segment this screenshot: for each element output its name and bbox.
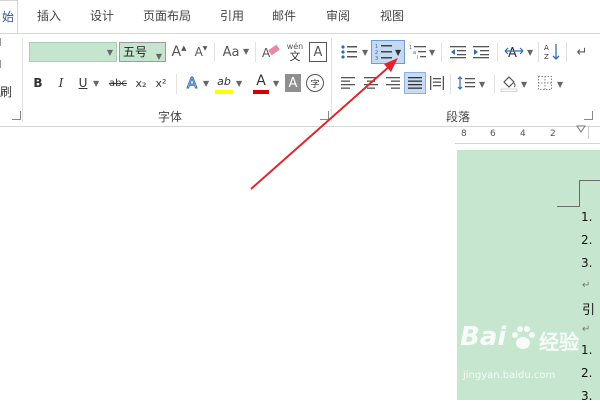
annotation-arrow bbox=[250, 58, 398, 190]
arrow-shaft bbox=[250, 64, 392, 190]
